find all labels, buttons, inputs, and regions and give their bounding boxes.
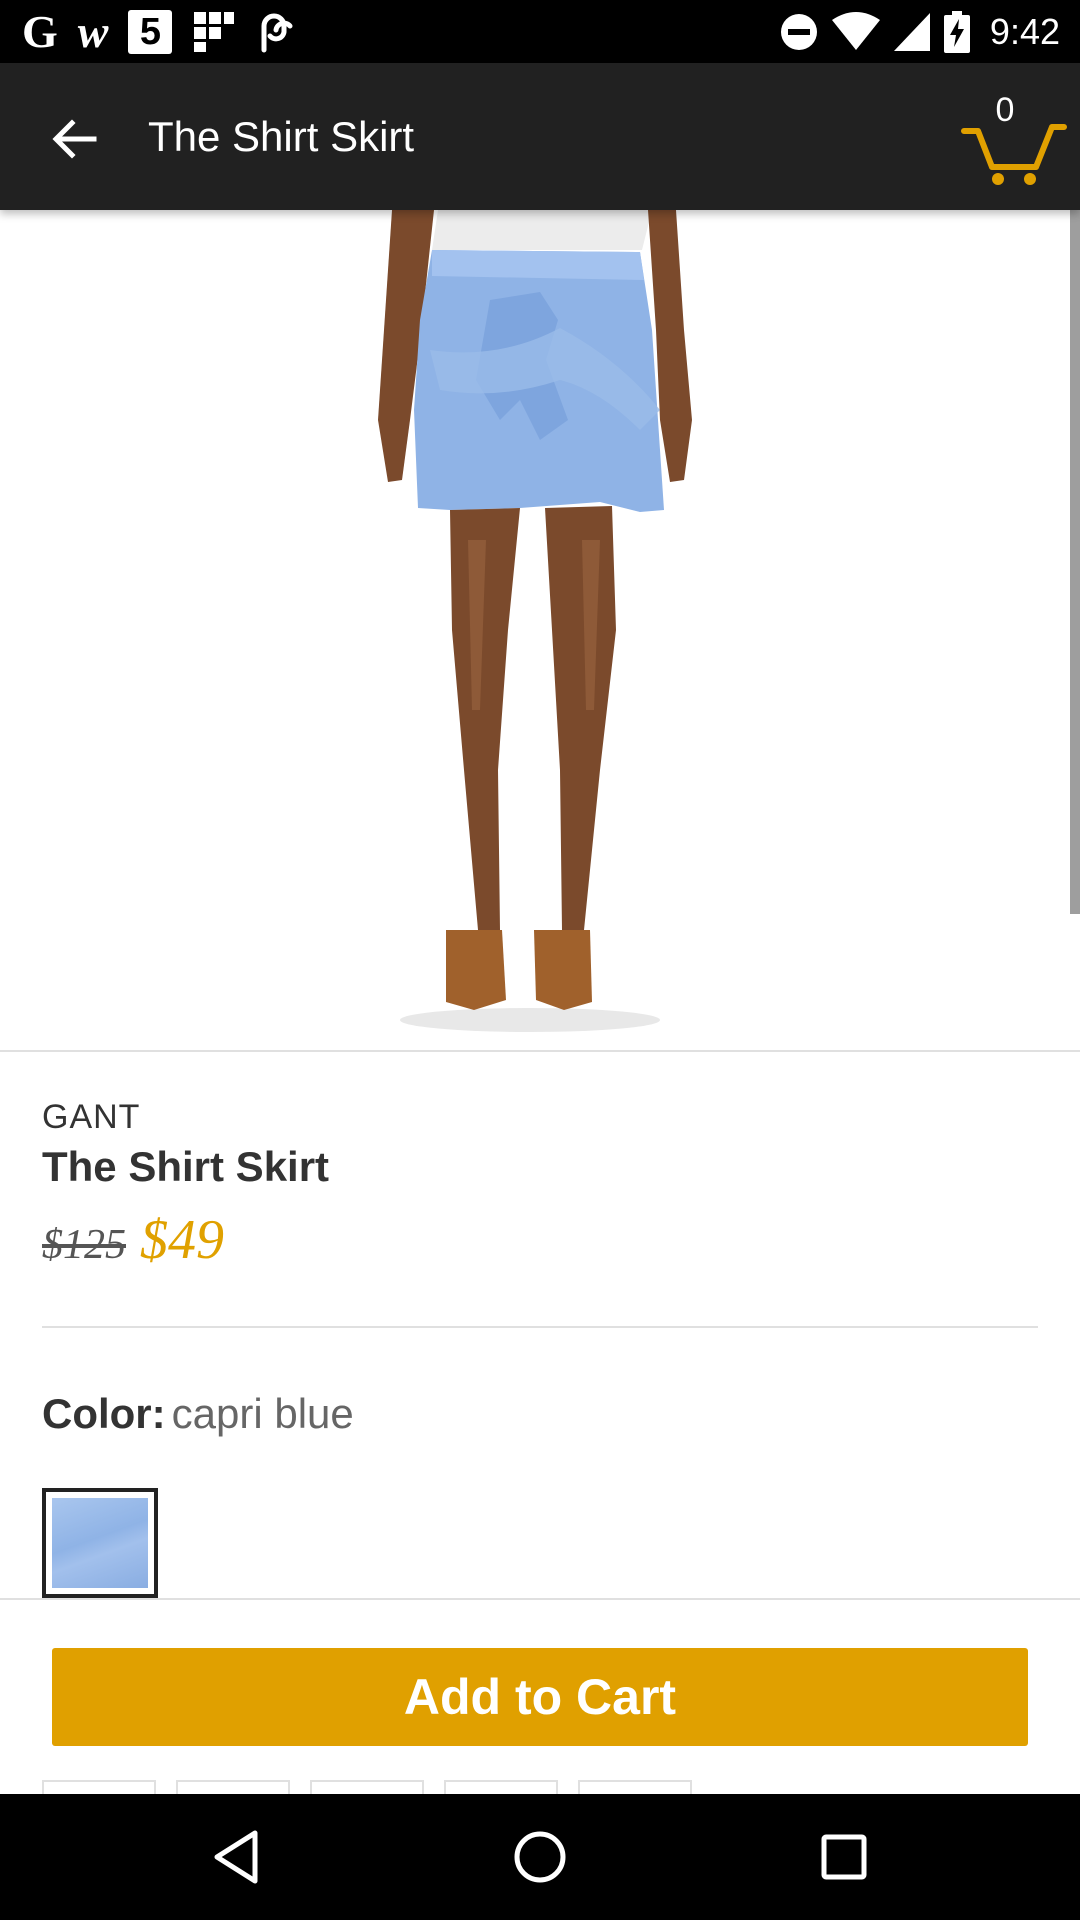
nav-recents-button[interactable] xyxy=(804,1817,884,1897)
status-bar: G w 5 9:42 xyxy=(0,0,1080,63)
app-bar: The Shirt Skirt 0 xyxy=(0,63,1080,210)
back-button[interactable] xyxy=(38,103,110,175)
brand-name: GANT xyxy=(42,1098,141,1136)
scroll-indicator[interactable] xyxy=(1070,210,1080,914)
status-bar-system: 9:42 xyxy=(780,0,1060,63)
sale-price: $49 xyxy=(140,1209,224,1271)
battery-charging-icon xyxy=(943,10,970,53)
google-g-icon: G xyxy=(22,5,58,57)
cart-icon xyxy=(961,124,1067,185)
swatch-fabric xyxy=(52,1498,148,1588)
price-row: $125 $49 xyxy=(42,1208,224,1272)
w-icon: w xyxy=(77,5,109,57)
link-icon xyxy=(256,12,296,52)
divider xyxy=(0,1050,1080,1052)
arrow-left-icon xyxy=(52,119,97,159)
grid-app-icon xyxy=(192,11,236,52)
color-swatch-capri-blue[interactable] xyxy=(42,1488,158,1598)
back-triangle-icon xyxy=(214,1830,258,1884)
cart-button[interactable]: 0 xyxy=(960,83,1068,191)
nav-home-button[interactable] xyxy=(500,1817,580,1897)
color-value: capri blue xyxy=(171,1390,354,1437)
system-nav-bar xyxy=(0,1794,1080,1920)
divider xyxy=(42,1326,1038,1328)
product-title: The Shirt Skirt xyxy=(42,1143,330,1190)
do-not-disturb-icon xyxy=(780,12,818,52)
status-bar-notifications: G w 5 xyxy=(22,0,296,63)
product-image[interactable] xyxy=(0,210,1080,1050)
bottom-action-panel: Add to Cart xyxy=(0,1598,1080,1796)
wifi-icon xyxy=(831,11,880,52)
signal-icon xyxy=(893,12,930,52)
add-to-cart-button[interactable]: Add to Cart xyxy=(52,1648,1028,1746)
status-time: 9:42 xyxy=(989,10,1060,52)
home-circle-icon xyxy=(514,1831,566,1883)
channel-5-icon: 5 xyxy=(128,9,173,54)
original-price: $125 xyxy=(42,1222,126,1268)
recents-square-icon xyxy=(821,1834,867,1880)
color-row: Color: capri blue xyxy=(42,1390,354,1438)
nav-back-button[interactable] xyxy=(196,1817,276,1897)
color-label: Color: xyxy=(42,1390,166,1437)
product-photo xyxy=(378,210,692,1032)
page-title: The Shirt Skirt xyxy=(148,113,415,160)
